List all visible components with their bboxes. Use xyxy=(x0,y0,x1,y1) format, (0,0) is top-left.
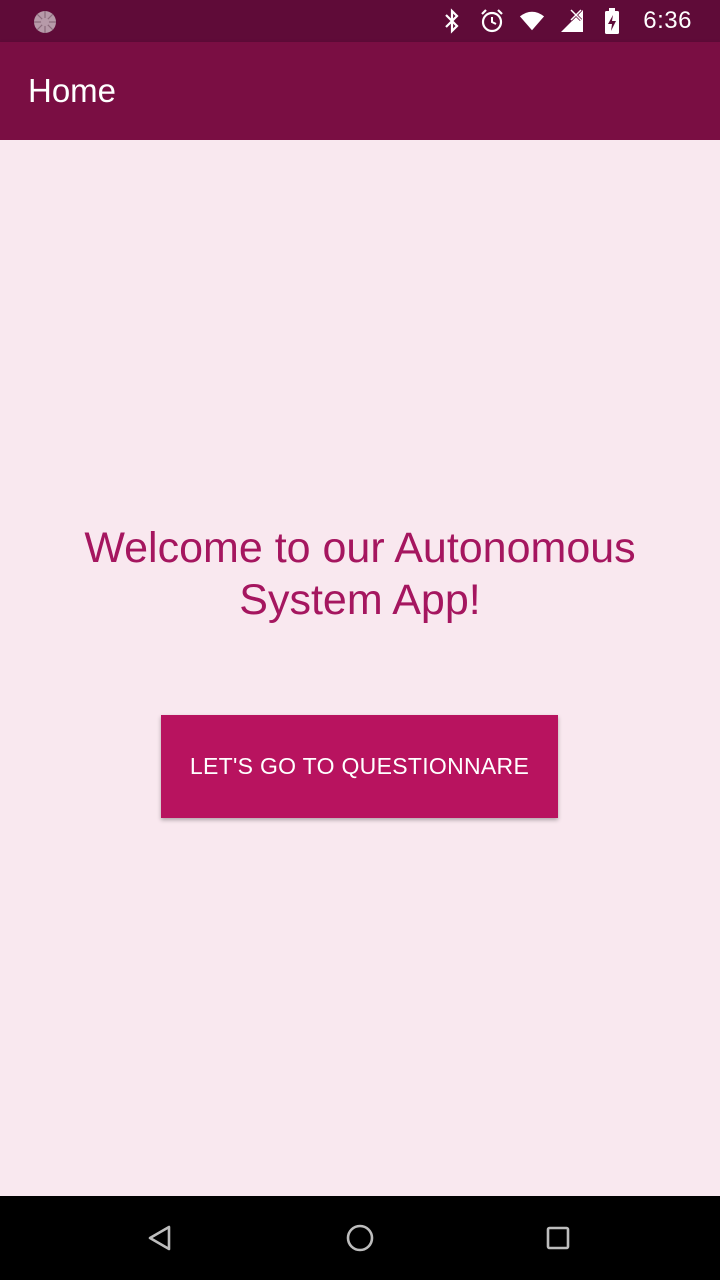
alarm-icon xyxy=(479,8,505,34)
no-signal-icon xyxy=(559,8,585,34)
main-content: Welcome to our Autonomous System App! LE… xyxy=(0,140,720,1196)
page-title: Home xyxy=(28,72,117,109)
app-bar: Home xyxy=(0,42,720,140)
questionnaire-button[interactable]: LET'S GO TO QUESTIONNARE xyxy=(161,715,558,818)
status-bar: 6:36 xyxy=(0,0,720,42)
wifi-icon xyxy=(519,8,545,34)
loading-icon xyxy=(32,9,58,35)
home-icon[interactable] xyxy=(336,1214,384,1262)
back-icon[interactable] xyxy=(136,1214,184,1262)
bluetooth-icon xyxy=(439,8,465,34)
recents-icon[interactable] xyxy=(534,1214,582,1262)
battery-charging-icon xyxy=(599,8,625,34)
status-time: 6:36 xyxy=(643,7,692,34)
navigation-bar xyxy=(0,1196,720,1280)
welcome-text: Welcome to our Autonomous System App! xyxy=(84,524,636,624)
